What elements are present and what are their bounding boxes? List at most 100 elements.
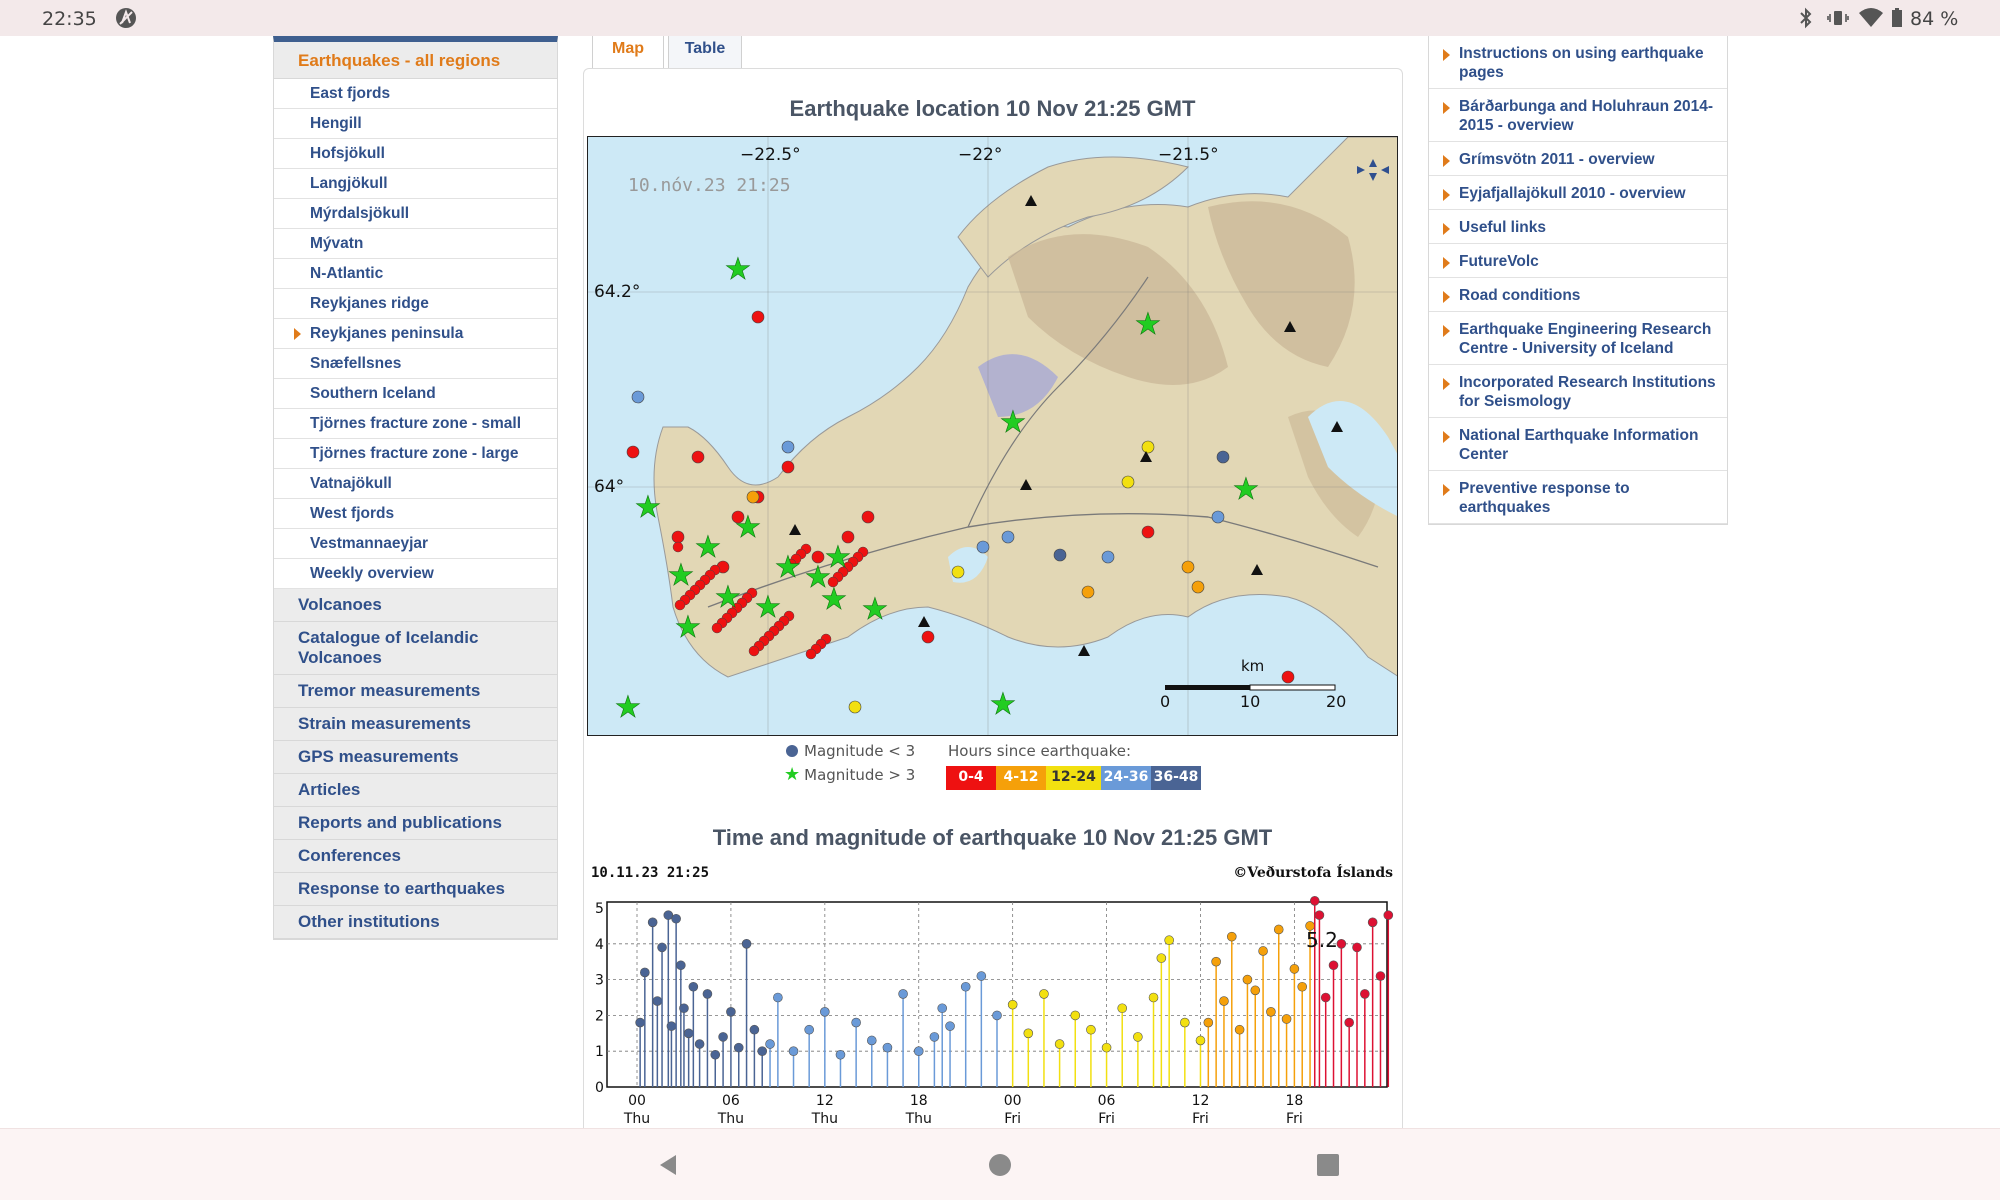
- main-menu-item[interactable]: Response to earthquakes: [274, 873, 557, 906]
- related-link[interactable]: Eyjafjallajökull 2010 - overview: [1429, 176, 1727, 210]
- menu-earthquakes-all-regions[interactable]: Earthquakes - all regions: [274, 42, 557, 79]
- related-link[interactable]: Preventive response to earthquakes: [1429, 471, 1727, 524]
- tab-table[interactable]: Table: [668, 36, 742, 68]
- lat-label-2: 64°: [594, 477, 624, 497]
- quake-marker: [1121, 475, 1135, 489]
- y-tick-label: 0: [595, 1080, 604, 1096]
- related-link[interactable]: Incorporated Research Institutions for S…: [1429, 365, 1727, 418]
- related-link-label: Instructions on using earthquake pages: [1459, 45, 1704, 81]
- related-link[interactable]: Bárðarbunga and Holuhraun 2014-2015 - ov…: [1429, 89, 1727, 142]
- region-item[interactable]: Reykjanes ridge: [274, 289, 557, 319]
- main-menu-item[interactable]: Conferences: [274, 840, 557, 873]
- related-link[interactable]: Road conditions: [1429, 278, 1727, 312]
- region-item[interactable]: Tjörnes fracture zone - small: [274, 409, 557, 439]
- quake-marker: [781, 460, 795, 474]
- tab-map[interactable]: Map: [592, 36, 664, 68]
- quake-point: [718, 1032, 728, 1042]
- region-item[interactable]: N-Atlantic: [274, 259, 557, 289]
- star-icon: ★: [735, 511, 762, 544]
- arrow-right-icon: [1443, 155, 1450, 167]
- star-icon: ★: [784, 764, 801, 785]
- related-link[interactable]: National Earthquake Information Center: [1429, 418, 1727, 471]
- quake-marker: [674, 599, 686, 611]
- quake-point: [1297, 981, 1308, 992]
- region-item[interactable]: Southern Iceland: [274, 379, 557, 409]
- related-link[interactable]: Instructions on using earthquake pages: [1429, 36, 1727, 89]
- region-item[interactable]: Hengill: [274, 109, 557, 139]
- quake-marker: [1281, 670, 1295, 684]
- region-item[interactable]: Snæfellsnes: [274, 349, 557, 379]
- x-tick-day: Thu: [905, 1111, 932, 1127]
- quake-point: [992, 1010, 1002, 1021]
- arrow-right-icon: [1443, 102, 1450, 114]
- region-list: East fjords Hengill Hofsjökull Langjökull Mý…: [274, 79, 557, 589]
- region-item[interactable]: Weekly overview: [274, 559, 557, 589]
- related-link-label: Bárðarbunga and Holuhraun 2014-2015 - ov…: [1459, 98, 1714, 134]
- main-menu-item[interactable]: Reports and publications: [274, 807, 557, 840]
- region-item[interactable]: Mýrdalsjökull: [274, 199, 557, 229]
- related-link[interactable]: Earthquake Engineering Research Centre -…: [1429, 312, 1727, 365]
- main-menu-item[interactable]: Strain measurements: [274, 708, 557, 741]
- map-timestamp: 10.nóv.23 21:25: [628, 175, 791, 196]
- recents-icon[interactable]: [1316, 1153, 1340, 1182]
- quake-marker: [626, 445, 640, 459]
- chart-credit: ©Veðurstofa Íslands: [1233, 863, 1393, 881]
- quake-point: [945, 1021, 955, 1031]
- quake-point: [757, 1046, 768, 1056]
- region-item[interactable]: Vestmannaeyjar: [274, 529, 557, 559]
- status-bar: 22:35 84 %: [0, 0, 2000, 36]
- x-tick-day: Fri: [1286, 1111, 1303, 1127]
- quake-point: [1086, 1024, 1096, 1035]
- region-item[interactable]: East fjords: [274, 79, 557, 109]
- quake-marker: [1181, 560, 1195, 574]
- related-link-label: Road conditions: [1459, 287, 1581, 304]
- star-icon: ★: [755, 591, 782, 624]
- region-item[interactable]: Hofsjökull: [274, 139, 557, 169]
- region-item-label: Mýrdalsjökull: [310, 205, 410, 222]
- region-item[interactable]: Vatnajökull: [274, 469, 557, 499]
- quake-marker: [976, 540, 990, 554]
- quake-point: [1289, 964, 1300, 974]
- main-menu-item[interactable]: Other institutions: [274, 906, 557, 939]
- earthquake-map[interactable]: 10.nóv.23 21:25 −22.5° −22° −21.5° 64.2°…: [587, 136, 1398, 736]
- quake-point: [702, 989, 713, 999]
- circle-icon: [786, 745, 798, 757]
- quake-point: [835, 1049, 846, 1060]
- main-menu-item[interactable]: Tremor measurements: [274, 675, 557, 708]
- region-item-label: Langjökull: [310, 175, 388, 192]
- main-menu-item[interactable]: Articles: [274, 774, 557, 807]
- region-item-label: East fjords: [310, 85, 391, 102]
- region-item[interactable]: Mývatn: [274, 229, 557, 259]
- quake-point: [733, 1042, 744, 1053]
- related-link-label: Incorporated Research Institutions for S…: [1459, 374, 1716, 410]
- region-item[interactable]: Tjörnes fracture zone - large: [274, 439, 557, 469]
- related-link[interactable]: FutureVolc: [1429, 244, 1727, 278]
- quake-point: [1344, 1017, 1354, 1028]
- quake-marker: [921, 630, 935, 644]
- x-tick-hour: 06: [1098, 1093, 1116, 1109]
- quake-marker: [805, 648, 817, 660]
- main-menu-item[interactable]: Volcanoes: [274, 589, 557, 622]
- lon-label-2: −22°: [958, 145, 1002, 165]
- quake-point: [937, 1003, 948, 1014]
- region-item[interactable]: West fjords: [274, 499, 557, 529]
- main-menu-item[interactable]: GPS measurements: [274, 741, 557, 774]
- vibrate-icon: [1826, 6, 1850, 35]
- battery-icon: [1890, 6, 1904, 35]
- quake-point: [1226, 931, 1237, 942]
- related-link[interactable]: Useful links: [1429, 210, 1727, 244]
- star-icon: ★: [725, 253, 752, 286]
- region-item[interactable]: Reykjanes peninsula: [274, 319, 557, 349]
- region-item[interactable]: Langjökull: [274, 169, 557, 199]
- quake-marker: [1191, 580, 1205, 594]
- right-menu: Instructions on using earthquake pages Bá…: [1428, 36, 1728, 525]
- home-icon[interactable]: [988, 1153, 1012, 1182]
- quake-point: [913, 1046, 924, 1056]
- y-tick-label: 4: [595, 937, 604, 953]
- main-menu-item[interactable]: Catalogue of Icelandic Volcanoes: [274, 622, 557, 675]
- related-link[interactable]: Grímsvötn 2011 - overview: [1429, 142, 1727, 176]
- quake-marker: [631, 390, 645, 404]
- star-icon: ★: [1000, 406, 1027, 439]
- back-icon[interactable]: [656, 1153, 680, 1182]
- quake-point: [898, 989, 908, 999]
